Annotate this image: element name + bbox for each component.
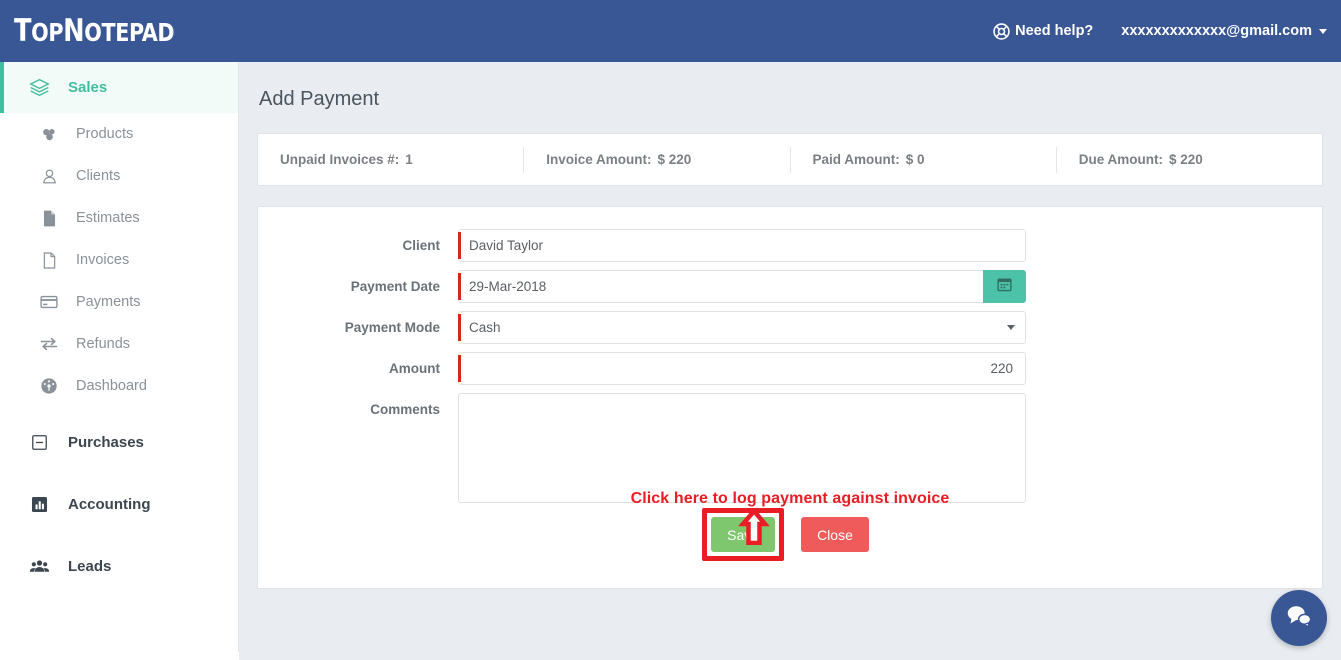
- form-row-amount: Amount: [258, 352, 1322, 385]
- summary-unpaid-invoices-value: 1: [405, 152, 413, 167]
- summary-paid-amount-value: $ 0: [905, 152, 925, 167]
- amount-label: Amount: [389, 361, 440, 376]
- close-button[interactable]: Close: [801, 517, 869, 552]
- speedometer-icon: [36, 376, 62, 396]
- people-icon: [26, 556, 52, 577]
- sidebar-label-products: Products: [76, 126, 134, 142]
- user-icon: [36, 167, 62, 186]
- document-outline-icon: [36, 251, 62, 270]
- application-window: TTopOPNOTEPAD Need help? xxxxxxxxxxxxx@g…: [0, 0, 1341, 660]
- required-marker: [458, 355, 461, 382]
- comments-textarea[interactable]: [458, 393, 1026, 503]
- sidebar-item-payments[interactable]: Payments: [0, 281, 238, 323]
- payment-mode-select-wrap: [458, 311, 1026, 344]
- required-marker: [458, 273, 461, 300]
- summary-invoice-amount: Invoice Amount: $ 220: [523, 146, 789, 173]
- comments-field-wrap: [458, 393, 1026, 508]
- need-help-label: Need help?: [1015, 23, 1094, 39]
- amount-input[interactable]: [458, 352, 1026, 385]
- summary-paid-amount-label: Paid Amount:: [812, 152, 900, 167]
- top-header-bar: TTopOPNOTEPAD Need help? xxxxxxxxxxxxx@g…: [0, 0, 1341, 62]
- chat-bubbles-icon: [1284, 601, 1314, 636]
- bar-chart-icon: [26, 495, 52, 514]
- sidebar-bottom-strip: [0, 652, 239, 660]
- add-payment-form: Client Payment Date: [257, 206, 1323, 589]
- calendar-icon: [996, 276, 1013, 298]
- sidebar-item-estimates[interactable]: Estimates: [0, 197, 238, 239]
- summary-unpaid-invoices: Unpaid Invoices #: 1: [258, 147, 523, 173]
- sidebar-label-clients: Clients: [76, 168, 121, 184]
- sidebar-label-sales: Sales: [68, 79, 108, 96]
- summary-invoice-amount-label: Invoice Amount:: [546, 152, 652, 167]
- sidebar-label-dashboard: Dashboard: [76, 378, 147, 394]
- date-input-group: [458, 270, 1026, 303]
- summary-unpaid-invoices-label: Unpaid Invoices #:: [280, 152, 400, 167]
- chevron-down-icon: [1319, 28, 1327, 34]
- sidebar-sales-sublist: Products Clients Estimates Invoices Paym…: [0, 113, 238, 407]
- form-row-client: Client: [258, 229, 1322, 262]
- sidebar-item-invoices[interactable]: Invoices: [0, 239, 238, 281]
- form-row-comments: Comments: [258, 393, 1322, 508]
- sidebar-navigation: Sales Products Clients Estimates Invoice…: [0, 62, 239, 660]
- need-help-button[interactable]: Need help?: [993, 22, 1094, 40]
- required-marker: [458, 314, 461, 341]
- layers-icon: [26, 77, 52, 98]
- payment-date-input[interactable]: [458, 270, 983, 303]
- sidebar-label-payments: Payments: [76, 294, 141, 310]
- sidebar-item-sales[interactable]: Sales: [0, 62, 238, 113]
- form-row-payment-date: Payment Date: [258, 270, 1322, 303]
- chat-support-button[interactable]: [1271, 590, 1327, 646]
- invoice-summary-bar: Unpaid Invoices #: 1 Invoice Amount: $ 2…: [257, 133, 1323, 186]
- comments-label: Comments: [370, 402, 440, 417]
- sidebar-label-leads: Leads: [68, 557, 112, 575]
- save-button[interactable]: Save: [711, 517, 776, 552]
- sidebar-item-purchases[interactable]: Purchases: [0, 421, 238, 463]
- payment-mode-field-wrap: [458, 311, 1026, 344]
- summary-invoice-amount-value: $ 220: [657, 152, 692, 167]
- products-icon: [36, 125, 62, 144]
- calendar-picker-button[interactable]: [983, 270, 1026, 303]
- summary-due-amount: Due Amount: $ 220: [1055, 146, 1322, 173]
- summary-due-amount-value: $ 220: [1169, 152, 1203, 167]
- amount-field-wrap: [458, 352, 1026, 385]
- sidebar-item-refunds[interactable]: Refunds: [0, 323, 238, 365]
- lifebuoy-icon: [993, 22, 1010, 40]
- minus-box-icon: [26, 433, 52, 452]
- client-field-wrap: [458, 229, 1026, 262]
- main-content-area: Add Payment Unpaid Invoices #: 1 Invoice…: [239, 62, 1341, 660]
- sidebar-label-invoices: Invoices: [76, 252, 130, 268]
- sidebar-label-refunds: Refunds: [76, 336, 131, 352]
- sidebar-label-estimates: Estimates: [76, 210, 140, 226]
- sidebar-item-clients[interactable]: Clients: [0, 155, 238, 197]
- page-title: Add Payment: [259, 88, 380, 110]
- client-label: Client: [402, 238, 440, 253]
- sidebar-label-purchases: Purchases: [68, 433, 144, 451]
- exchange-arrows-icon: [36, 334, 62, 354]
- content-footer: [239, 630, 1341, 660]
- user-email-label: xxxxxxxxxxxxx@gmail.com: [1121, 23, 1312, 39]
- summary-due-amount-label: Due Amount:: [1078, 152, 1163, 167]
- payment-date-field-wrap: [458, 270, 1026, 303]
- sidebar-item-leads[interactable]: Leads: [0, 545, 238, 587]
- credit-card-icon: [36, 292, 62, 312]
- form-action-buttons: Save Close: [258, 508, 1322, 561]
- sidebar-label-accounting: Accounting: [68, 495, 151, 513]
- client-input[interactable]: [458, 229, 1026, 262]
- save-button-highlight-wrap: Save: [702, 508, 785, 561]
- header-right-group: Need help? xxxxxxxxxxxxx@gmail.com: [993, 22, 1327, 40]
- app-logo[interactable]: TTopOPNOTEPAD: [14, 13, 175, 49]
- payment-mode-select[interactable]: [458, 311, 1026, 344]
- summary-paid-amount: Paid Amount: $ 0: [789, 146, 1056, 173]
- required-marker: [458, 232, 461, 259]
- payment-date-label: Payment Date: [350, 279, 440, 294]
- document-filled-icon: [36, 209, 62, 228]
- sidebar-item-dashboard[interactable]: Dashboard: [0, 365, 238, 407]
- sidebar-item-products[interactable]: Products: [0, 113, 238, 155]
- form-row-payment-mode: Payment Mode: [258, 311, 1322, 344]
- sidebar-item-accounting[interactable]: Accounting: [0, 483, 238, 525]
- payment-mode-label: Payment Mode: [344, 320, 440, 335]
- user-account-menu[interactable]: xxxxxxxxxxxxx@gmail.com: [1121, 23, 1327, 39]
